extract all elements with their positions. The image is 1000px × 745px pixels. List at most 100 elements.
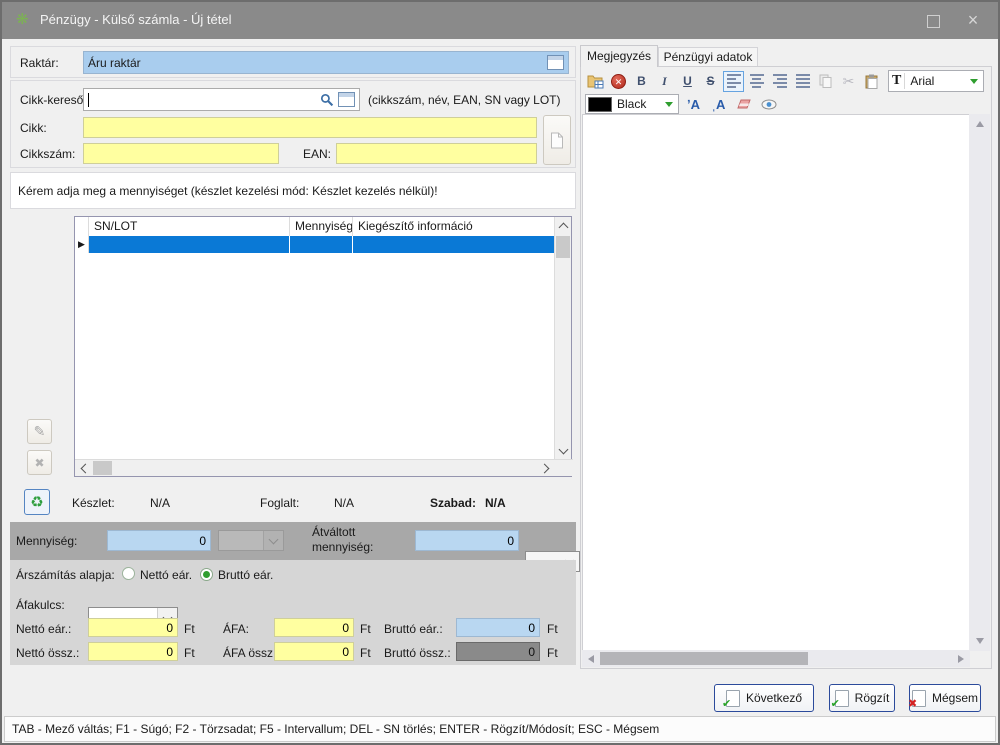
column-header-kiegeszito[interactable]: Kiegészítő információ [353, 217, 555, 236]
text-toolbar-row1: ✕ B I U S ✂ T Arial [585, 70, 984, 92]
align-justify-icon [795, 74, 810, 88]
refresh-stock-button[interactable]: ♻ [24, 489, 50, 515]
check-icon: ✔ [721, 697, 732, 710]
search-icon[interactable] [320, 93, 334, 107]
snlot-table: SN/LOT Mennyiség Kiegészítő információ ▶ [74, 216, 573, 477]
netto-radio[interactable] [122, 567, 135, 580]
scroll-down-button[interactable] [555, 444, 571, 458]
new-item-button[interactable] [543, 115, 571, 165]
item-name-field[interactable] [83, 117, 537, 138]
paste-button[interactable] [861, 71, 882, 92]
net-unitprice-field[interactable] [88, 618, 178, 637]
copy-button[interactable] [815, 71, 836, 92]
edit-row-button[interactable]: ✎ [27, 419, 52, 444]
scroll-down-button[interactable] [969, 634, 990, 648]
increase-font-button[interactable]: ʼA [683, 94, 704, 115]
table-row-selected[interactable]: ▶ [75, 236, 571, 253]
bold-button[interactable]: B [631, 71, 652, 92]
item-search-label: Cikk-kereső: [20, 93, 87, 107]
table-header: SN/LOT Mennyiség Kiegészítő információ [75, 217, 571, 236]
preview-button[interactable] [758, 94, 779, 115]
align-right-button[interactable] [769, 71, 790, 92]
cell-snlot [89, 236, 290, 253]
note-textarea[interactable] [582, 114, 970, 651]
vat-key-label: Áfakulcs: [16, 598, 65, 612]
scissors-icon: ✂ [842, 72, 855, 89]
strikethrough-button[interactable]: S [700, 71, 721, 92]
scroll-right-button[interactable] [539, 460, 553, 476]
table-vscrollbar[interactable] [554, 217, 571, 460]
app-icon: ❋ [16, 11, 29, 28]
item-search-input[interactable] [89, 92, 320, 107]
table-hscrollbar[interactable] [75, 459, 573, 476]
title-bar: ❋ Pénzügy - Külső számla - Új tétel × [2, 2, 998, 39]
note-panel: ✕ B I U S ✂ T Arial Black ʼA ˌA [580, 66, 992, 669]
gross-unitprice-field[interactable] [456, 618, 540, 637]
close-button[interactable]: × [953, 2, 993, 39]
next-button[interactable]: ✔ Következő [714, 684, 814, 712]
font-decrease-icon: ˌA [711, 96, 726, 112]
erase-format-button[interactable] [733, 94, 754, 115]
gross-total-field [456, 642, 540, 661]
note-vscrollbar[interactable] [969, 114, 990, 651]
quantity-field[interactable] [107, 530, 211, 551]
status-text: TAB - Mező váltás; F1 - Súgó; F2 - Törzs… [12, 722, 660, 736]
scroll-up-button[interactable] [969, 117, 990, 131]
brutto-radio-label[interactable]: Bruttó eár. [218, 568, 273, 582]
netto-radio-label[interactable]: Nettó eár. [140, 568, 192, 582]
clipboard-icon [865, 74, 878, 89]
scroll-up-button[interactable] [555, 219, 571, 233]
align-center-button[interactable] [746, 71, 767, 92]
note-hscrollbar[interactable] [582, 650, 970, 667]
reserved-value: N/A [334, 496, 355, 510]
reserved-label: Foglalt: [260, 496, 300, 510]
tab-megjegyzes[interactable]: Megjegyzés [580, 45, 658, 67]
item-name-label: Cikk: [20, 121, 47, 135]
clear-text-button[interactable]: ✕ [608, 71, 629, 92]
message-text: Kérem adja meg a mennyiséget (készlet ke… [18, 184, 438, 198]
quantity-unit-dropdown [218, 530, 284, 551]
vscroll-thumb[interactable] [556, 236, 570, 258]
item-search-lookup-icon[interactable] [338, 92, 355, 107]
hscroll-thumb[interactable] [93, 461, 112, 475]
warehouse-combobox[interactable]: Áru raktár [83, 51, 569, 74]
italic-button[interactable]: I [654, 71, 675, 92]
hscroll-thumb[interactable] [600, 652, 808, 665]
row-indicator-header [75, 217, 89, 236]
scroll-right-button[interactable] [954, 650, 968, 667]
vat-total-field[interactable] [274, 642, 354, 661]
font-family-dropdown[interactable]: T Arial [888, 70, 984, 92]
save-button[interactable]: ✔ Rögzít [829, 684, 895, 712]
brutto-radio[interactable] [200, 568, 213, 582]
currency-unit: Ft [184, 622, 195, 636]
dropdown-arrow-icon [263, 531, 283, 550]
ean-field[interactable] [336, 143, 537, 164]
cancel-button-label: Mégsem [931, 691, 978, 705]
insert-template-button[interactable] [585, 71, 606, 92]
converted-quantity-field[interactable] [415, 530, 519, 551]
font-increase-icon: ʼA [687, 96, 700, 112]
document-icon [550, 132, 564, 149]
message-box: Kérem adja meg a mennyiséget (készlet ke… [10, 172, 576, 209]
scroll-left-button[interactable] [584, 650, 598, 667]
item-number-field[interactable] [83, 143, 279, 164]
decrease-font-button[interactable]: ˌA [708, 94, 729, 115]
font-color-dropdown[interactable]: Black [585, 94, 679, 114]
cancel-button[interactable]: ✖ Mégsem [908, 684, 981, 712]
column-header-snlot[interactable]: SN/LOT [89, 217, 290, 236]
window-title: Pénzügy - Külső számla - Új tétel [40, 12, 232, 27]
vat-label: ÁFA: [223, 622, 250, 636]
scroll-left-button[interactable] [77, 460, 91, 476]
tab-penzugyi-adatok[interactable]: Pénzügyi adatok [658, 47, 758, 67]
column-header-mennyiseg[interactable]: Mennyiség [290, 217, 353, 236]
pricing-section: Árszámítás alapja: Nettó eár. Bruttó eár… [10, 560, 576, 665]
vat-field[interactable] [274, 618, 354, 637]
underline-button[interactable]: U [677, 71, 698, 92]
delete-row-button[interactable]: ✖ [27, 450, 52, 475]
maximize-button[interactable] [913, 2, 953, 39]
cut-button[interactable]: ✂ [838, 71, 859, 92]
align-left-button[interactable] [723, 70, 744, 92]
align-justify-button[interactable] [792, 71, 813, 92]
net-total-field[interactable] [88, 642, 178, 661]
warehouse-lookup-icon[interactable] [547, 55, 564, 70]
